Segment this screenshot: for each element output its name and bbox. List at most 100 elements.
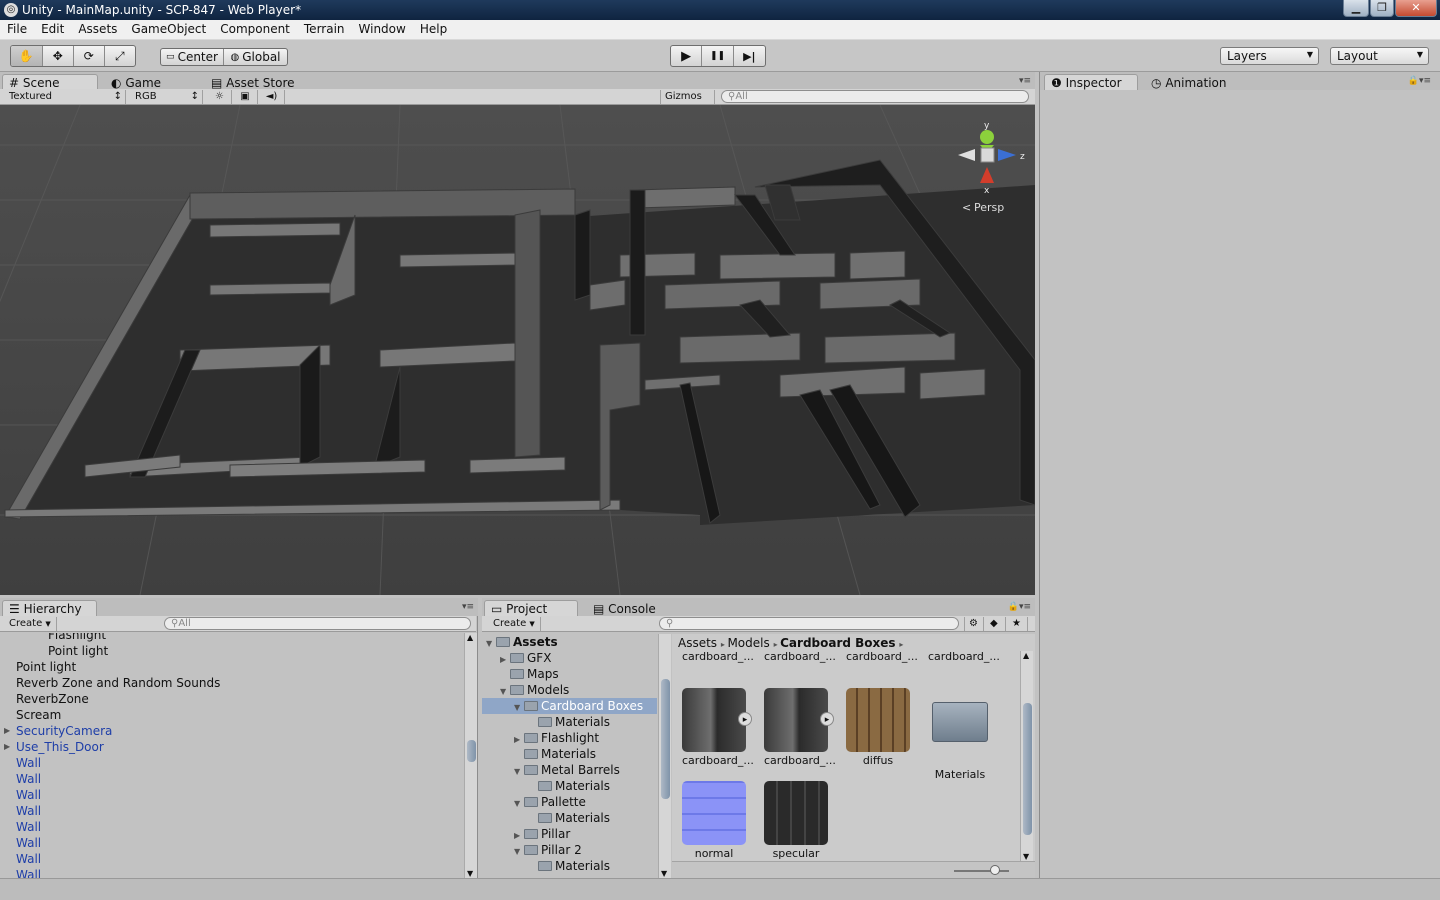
panel-menu-icon[interactable]: ▾≡ xyxy=(1019,76,1031,86)
hierarchy-item[interactable]: Wall xyxy=(0,771,41,787)
project-tree-item[interactable]: ▼ Pallette xyxy=(482,794,657,810)
hierarchy-create-button[interactable]: Create ▼ xyxy=(5,617,57,631)
project-tree-item[interactable]: ▼ Metal Barrels xyxy=(482,762,657,778)
hierarchy-item[interactable]: ▶ SecurityCamera xyxy=(0,723,112,739)
hierarchy-item[interactable]: Wall xyxy=(0,787,41,803)
menu-assets[interactable]: Assets xyxy=(71,20,124,40)
hierarchy-item[interactable]: Wall xyxy=(0,835,41,851)
scroll-down-icon[interactable]: ▼ xyxy=(661,869,667,878)
pivot-center-button[interactable]: ▭ Center xyxy=(161,49,225,65)
asset-tile[interactable]: diffus xyxy=(846,688,910,767)
project-tree-item[interactable]: Materials xyxy=(482,714,657,730)
hierarchy-scroll-thumb[interactable] xyxy=(467,740,476,762)
thumbnail-size-handle[interactable] xyxy=(990,865,1000,875)
hierarchy-item[interactable]: Wall xyxy=(0,819,41,835)
expand-arrow-icon[interactable]: ▶ xyxy=(4,723,10,739)
expand-asset-icon[interactable]: ▸ xyxy=(738,712,752,726)
project-tree-item[interactable]: ▼ Assets xyxy=(482,634,657,650)
hierarchy-item[interactable]: Point light xyxy=(0,643,108,659)
tab-scene[interactable]: # Scene xyxy=(2,74,98,90)
menu-help[interactable]: Help xyxy=(413,20,454,40)
hand-tool-button[interactable]: ✋ xyxy=(11,46,43,66)
project-tree-item[interactable]: ▶ Flashlight xyxy=(482,730,657,746)
project-tree-item[interactable]: ▶ GFX xyxy=(482,650,657,666)
tab-console[interactable]: ▤ Console xyxy=(586,600,676,616)
scale-tool-button[interactable]: ⤢ xyxy=(105,46,135,66)
tab-game[interactable]: ◐ Game xyxy=(104,74,194,90)
panel-menu-icon[interactable]: ▾≡ xyxy=(462,602,474,612)
hierarchy-item[interactable]: Flashlight xyxy=(0,633,106,643)
lighting-toggle[interactable]: ☼ xyxy=(208,90,232,104)
rotate-tool-button[interactable]: ⟳ xyxy=(74,46,105,66)
project-tree-item[interactable]: ▼ Models xyxy=(482,682,657,698)
space-global-button[interactable]: ◍ Global xyxy=(224,49,287,65)
breadcrumb-assets[interactable]: Assets xyxy=(678,636,717,650)
project-tree-item[interactable]: Maps xyxy=(482,666,657,682)
hierarchy-item[interactable]: Wall xyxy=(0,851,41,867)
hierarchy-item[interactable]: Point light xyxy=(0,659,76,675)
layout-dropdown[interactable]: Layout ▼ xyxy=(1330,47,1429,65)
menu-file[interactable]: File xyxy=(0,20,34,40)
thumbnail-size-slider[interactable] xyxy=(954,870,1009,872)
hierarchy-search-input[interactable]: ⚲All xyxy=(164,617,471,630)
hierarchy-item[interactable]: Wall xyxy=(0,755,41,771)
scroll-down-icon[interactable]: ▼ xyxy=(1023,852,1029,861)
hierarchy-item[interactable]: Scream xyxy=(0,707,61,723)
project-tree-item[interactable]: ▶ Pillar xyxy=(482,826,657,842)
scroll-down-icon[interactable]: ▼ xyxy=(467,869,473,878)
tab-project[interactable]: ▭ Project xyxy=(484,600,578,616)
hierarchy-scrollbar[interactable]: ▲ ▼ xyxy=(464,633,477,878)
breadcrumb-current[interactable]: Cardboard Boxes xyxy=(780,636,895,650)
favorites-button[interactable]: ★ xyxy=(1008,617,1028,631)
lock-icon[interactable]: 🔒▾≡ xyxy=(1008,602,1031,612)
menu-window[interactable]: Window xyxy=(352,20,413,40)
asset-tile[interactable]: Materials xyxy=(928,688,992,781)
audio-toggle[interactable]: ◄) xyxy=(259,90,285,104)
scene-viewport[interactable]: y z x < Persp xyxy=(0,105,1035,595)
project-tree-item[interactable]: Materials xyxy=(482,746,657,762)
asset-tile[interactable]: normal xyxy=(682,781,746,860)
hierarchy-item[interactable]: ReverbZone xyxy=(0,691,89,707)
asset-tile-label[interactable]: cardboard_... xyxy=(682,650,754,663)
scroll-up-icon[interactable]: ▲ xyxy=(467,633,473,642)
scene-search-input[interactable]: ⚲All xyxy=(721,90,1029,103)
asset-tile[interactable]: ▸ cardboard_... xyxy=(682,688,754,767)
hierarchy-item[interactable]: Reverb Zone and Random Sounds xyxy=(0,675,220,691)
scroll-up-icon[interactable]: ▲ xyxy=(1023,651,1029,660)
hierarchy-item[interactable]: Wall xyxy=(0,867,41,878)
asset-tile-label[interactable]: cardboard_... xyxy=(764,650,836,663)
persp-label[interactable]: Persp xyxy=(974,201,1004,214)
menu-edit[interactable]: Edit xyxy=(34,20,71,40)
asset-tile-label[interactable]: cardboard_... xyxy=(928,650,1000,663)
render-mode-dropdown[interactable]: Textured ↕ xyxy=(5,90,126,104)
tab-asset-store[interactable]: ▤ Asset Store xyxy=(204,74,314,90)
tab-animation[interactable]: ◷ Animation xyxy=(1144,74,1244,90)
step-button[interactable]: ▶| xyxy=(734,46,765,66)
asset-tile-label[interactable]: cardboard_... xyxy=(846,650,918,663)
asset-tile[interactable]: ▸ cardboard_... xyxy=(764,688,836,767)
scene-fx-toggle[interactable]: ▣ xyxy=(233,90,258,104)
filter-type-button[interactable]: ⚙ xyxy=(964,617,984,631)
filter-label-button[interactable]: ◆ xyxy=(986,617,1006,631)
layers-dropdown[interactable]: Layers ▼ xyxy=(1220,47,1319,65)
minimize-button[interactable]: ▁ xyxy=(1343,0,1369,17)
project-create-button[interactable]: Create ▼ xyxy=(489,617,541,631)
hierarchy-item[interactable]: ▶ Use_This_Door xyxy=(0,739,104,755)
play-button[interactable]: ▶ xyxy=(671,46,703,66)
project-tree-item[interactable]: Materials xyxy=(482,778,657,794)
hierarchy-item[interactable]: Wall xyxy=(0,803,41,819)
project-tree-item[interactable]: Materials xyxy=(482,810,657,826)
menu-component[interactable]: Component xyxy=(213,20,297,40)
move-tool-button[interactable]: ✥ xyxy=(43,46,74,66)
maximize-button[interactable]: ❐ xyxy=(1370,0,1394,17)
color-mode-dropdown[interactable]: RGB ↕ xyxy=(131,90,203,104)
pause-button[interactable]: ❚❚ xyxy=(702,46,734,66)
tree-scrollbar[interactable]: ▼ xyxy=(658,634,671,878)
menu-terrain[interactable]: Terrain xyxy=(297,20,352,40)
menu-gameobject[interactable]: GameObject xyxy=(124,20,213,40)
gizmos-dropdown[interactable]: Gizmos ▼ xyxy=(660,90,715,115)
project-search-input[interactable]: ⚲ xyxy=(659,617,959,630)
lock-icon[interactable]: 🔒▾≡ xyxy=(1408,76,1431,86)
close-button[interactable]: ✕ xyxy=(1395,0,1437,17)
asset-tile[interactable]: specular xyxy=(764,781,828,860)
